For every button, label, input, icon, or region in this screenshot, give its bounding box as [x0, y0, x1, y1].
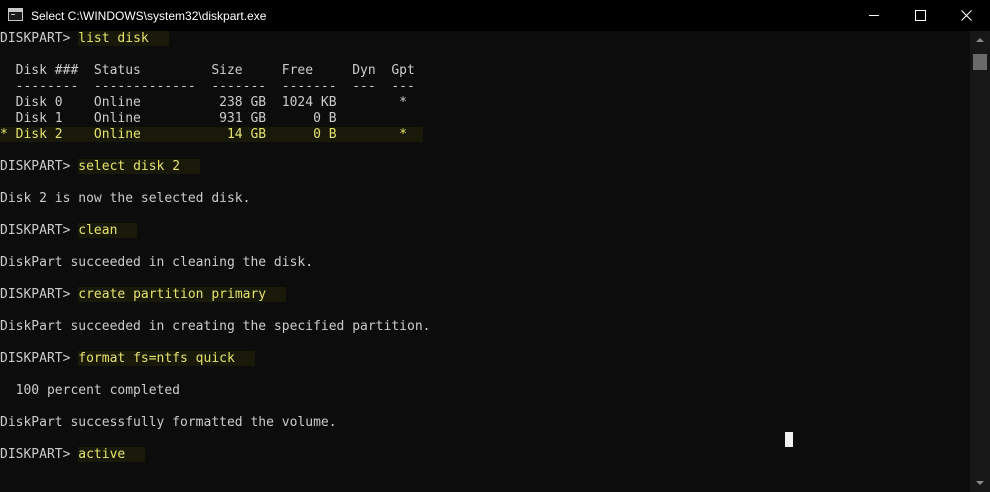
prompt-line: DISKPART> format fs=ntfs quick — [0, 351, 970, 367]
selected-disk-row: * Disk 2 Online 14 GB 0 B * — [0, 127, 970, 143]
output-line: 100 percent completed — [0, 383, 970, 399]
output-text: 100 percent completed — [0, 383, 181, 398]
output-line: -------- ------------- ------- ------- -… — [0, 79, 970, 95]
maximize-icon — [914, 10, 926, 21]
output-text: DiskPart successfully formatted the volu… — [0, 415, 337, 430]
maximize-button[interactable] — [897, 0, 943, 31]
scrollbar-thumb[interactable] — [973, 54, 987, 70]
scroll-up-button[interactable] — [970, 31, 990, 49]
output-text: -------- ------------- ------- ------- -… — [0, 79, 415, 94]
text-cursor — [785, 432, 793, 447]
output-line: Disk 1 Online 931 GB 0 B — [0, 111, 970, 127]
close-button[interactable] — [943, 0, 989, 31]
prompt-label: DISKPART> — [0, 447, 79, 462]
minimize-icon — [869, 15, 879, 16]
prompt-line: DISKPART> create partition primary — [0, 287, 970, 303]
output-text: DiskPart succeeded in cleaning the disk. — [0, 255, 314, 270]
output-line: DiskPart succeeded in creating the speci… — [0, 319, 970, 335]
output-text: Disk 0 Online 238 GB 1024 KB * — [0, 95, 407, 110]
output-text: Disk ### Status Size Free Dyn Gpt — [0, 63, 415, 78]
output-line: DiskPart successfully formatted the volu… — [0, 415, 970, 431]
prompt-label: DISKPART> — [0, 351, 79, 366]
vertical-scrollbar[interactable] — [970, 31, 990, 492]
window-title: Select C:\WINDOWS\system32\diskpart.exe — [31, 9, 267, 23]
prompt-line: DISKPART> clean — [0, 223, 970, 239]
command-text: clean — [78, 223, 138, 238]
output-text: Disk 2 is now the selected disk. — [0, 191, 251, 206]
output-text: Disk 1 Online 931 GB 0 B — [0, 111, 337, 126]
prompt-line: DISKPART> active — [0, 447, 970, 463]
minimize-button[interactable] — [851, 0, 897, 31]
prompt-line: DISKPART> list disk — [0, 31, 970, 47]
command-text: active — [78, 447, 146, 462]
console-app-icon[interactable] — [8, 8, 23, 21]
command-text: list disk — [78, 31, 169, 46]
prompt-label: DISKPART> — [0, 287, 79, 302]
close-icon — [960, 10, 972, 21]
selected-disk-text: * Disk 2 Online 14 GB 0 B * — [0, 127, 423, 142]
output-text: DiskPart succeeded in creating the speci… — [0, 319, 431, 334]
command-text: select disk 2 — [78, 159, 201, 174]
arrow-down-icon — [976, 481, 984, 485]
command-text: create partition primary — [78, 287, 287, 302]
console-window: Select C:\WINDOWS\system32\diskpart.exe … — [0, 0, 990, 492]
prompt-label: DISKPART> — [0, 31, 79, 46]
console-output[interactable]: DISKPART> list disk Disk ### Status Size… — [0, 31, 970, 492]
command-text: format fs=ntfs quick — [78, 351, 255, 366]
prompt-line: DISKPART> select disk 2 — [0, 159, 970, 175]
output-line: DiskPart succeeded in cleaning the disk. — [0, 255, 970, 271]
scroll-down-button[interactable] — [970, 474, 990, 492]
output-line: Disk 0 Online 238 GB 1024 KB * — [0, 95, 970, 111]
prompt-label: DISKPART> — [0, 159, 79, 174]
output-line: Disk 2 is now the selected disk. — [0, 191, 970, 207]
arrow-up-icon — [976, 38, 984, 42]
prompt-label: DISKPART> — [0, 223, 79, 238]
output-line: Disk ### Status Size Free Dyn Gpt — [0, 63, 970, 79]
title-bar[interactable]: Select C:\WINDOWS\system32\diskpart.exe — [0, 0, 990, 31]
